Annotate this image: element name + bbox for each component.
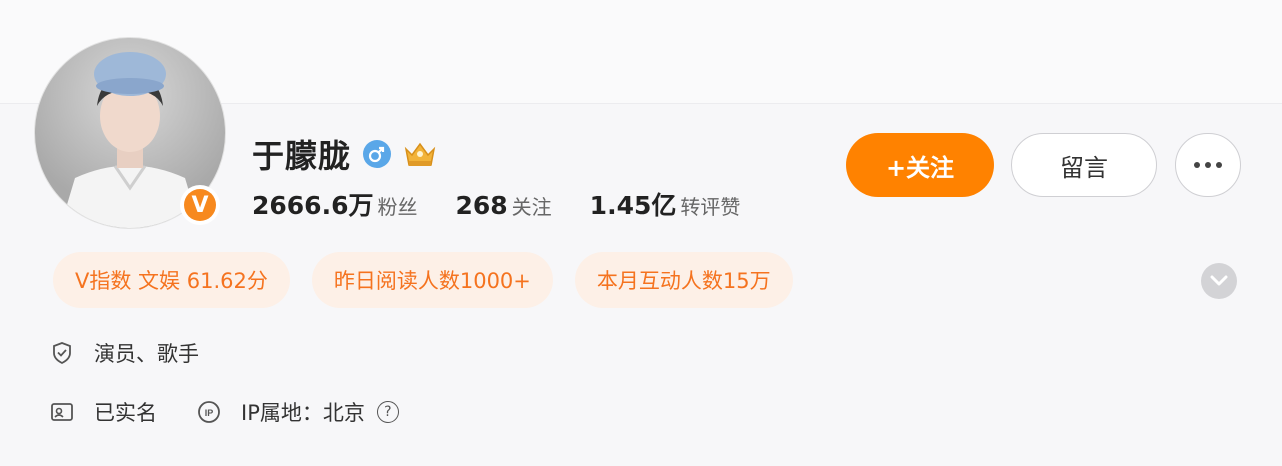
stat-following[interactable]: 268 关注: [455, 191, 551, 220]
more-icon: [1194, 162, 1200, 168]
tags-row: V指数 文娱 61.62分 昨日阅读人数1000+ 本月互动人数15万: [53, 252, 793, 308]
stat-label: 粉丝: [377, 195, 418, 219]
stat-label: 转评赞: [680, 195, 741, 219]
ip-icon: IP: [197, 400, 221, 424]
stat-label: 关注: [511, 195, 552, 219]
more-icon: [1205, 162, 1211, 168]
help-icon[interactable]: ?: [376, 401, 399, 423]
tag-daily-readers[interactable]: 昨日阅读人数1000+: [311, 252, 553, 308]
stat-number: 1.45亿: [589, 191, 677, 220]
crown-icon[interactable]: [403, 139, 437, 169]
message-button[interactable]: 留言: [1011, 133, 1157, 197]
expand-button[interactable]: [1201, 263, 1237, 299]
follow-button[interactable]: +关注: [846, 133, 994, 197]
svg-text:IP: IP: [205, 408, 214, 418]
info-identity-row: 已实名 IP IP属地：北京 ?: [50, 397, 399, 427]
stat-number: 268: [455, 191, 508, 220]
stat-number: 2666.6万: [252, 191, 374, 220]
avatar[interactable]: V: [34, 37, 226, 229]
occupation-text: 演员、歌手: [94, 342, 199, 366]
verified-v-icon: V: [184, 189, 216, 221]
more-button[interactable]: [1175, 133, 1241, 197]
stat-interactions[interactable]: 1.45亿 转评赞: [590, 186, 741, 222]
tag-monthly-interactions[interactable]: 本月互动人数15万: [574, 252, 793, 308]
stat-fans[interactable]: 2666.6万 粉丝: [252, 186, 417, 222]
name-row: 于朦胧: [252, 132, 437, 176]
user-name: 于朦胧: [252, 137, 352, 175]
ip-location: IP属地：北京: [241, 401, 365, 425]
real-name-status: 已实名: [94, 401, 157, 425]
more-icon: [1216, 162, 1222, 168]
chevron-down-icon: [1210, 275, 1228, 286]
id-card-icon: [50, 400, 74, 424]
gender-male-icon: [363, 140, 392, 168]
stats-row: 2666.6万 粉丝 268 关注 1.45亿 转评赞: [252, 186, 778, 226]
shield-icon: [50, 341, 74, 365]
info-occupation-row: 演员、歌手: [50, 338, 199, 368]
verified-badge: V: [180, 185, 220, 225]
tag-v-index[interactable]: V指数 文娱 61.62分: [53, 252, 290, 308]
